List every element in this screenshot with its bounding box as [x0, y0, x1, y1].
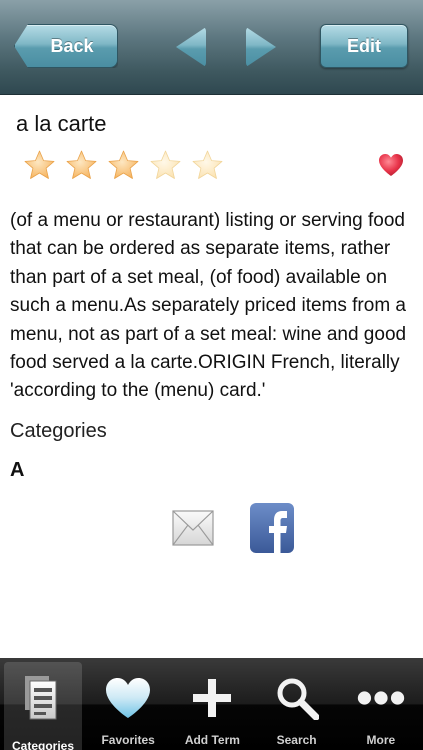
envelope-icon[interactable]: [172, 510, 214, 546]
star-empty-icon[interactable]: [150, 150, 181, 181]
tab-categories[interactable]: Categories: [4, 662, 82, 750]
heart-icon: [104, 672, 152, 724]
edit-button[interactable]: Edit: [320, 24, 408, 68]
navigation-bar: Back Edit: [0, 0, 423, 95]
tab-bar: Categories Favorites Add Term Search Mor…: [0, 658, 423, 750]
tab-label: Categories: [11, 739, 75, 750]
term-definition: (of a menu or restaurant) listing or ser…: [10, 210, 407, 402]
tab-label: Search: [276, 733, 317, 747]
tab-search[interactable]: Search: [255, 658, 339, 750]
next-term-button[interactable]: [246, 27, 276, 67]
previous-term-button[interactable]: [176, 27, 206, 67]
tab-favorites[interactable]: Favorites: [86, 658, 170, 750]
magnifier-icon: [273, 672, 321, 724]
tab-add-term[interactable]: Add Term: [170, 658, 254, 750]
term-title: a la carte: [16, 111, 107, 136]
tab-label: More: [366, 733, 396, 747]
back-button-label: Back: [50, 35, 94, 56]
category-link[interactable]: A: [10, 459, 24, 482]
rating-stars[interactable]: [24, 150, 223, 181]
document-stack-icon: [19, 672, 67, 724]
edit-button-label: Edit: [347, 35, 381, 56]
back-button[interactable]: Back: [14, 24, 118, 68]
star-empty-icon[interactable]: [192, 150, 223, 181]
star-filled-icon[interactable]: [24, 150, 55, 181]
plus-icon: [188, 672, 236, 724]
star-filled-icon[interactable]: [108, 150, 139, 181]
categories-heading: Categories: [10, 420, 107, 442]
tab-label: Favorites: [101, 733, 155, 747]
facebook-icon[interactable]: [250, 503, 294, 553]
star-filled-icon[interactable]: [66, 150, 97, 181]
tab-more[interactable]: More: [339, 658, 423, 750]
ellipsis-icon: [357, 672, 405, 724]
favorite-heart-icon[interactable]: [378, 153, 404, 177]
tab-label: Add Term: [184, 733, 240, 747]
